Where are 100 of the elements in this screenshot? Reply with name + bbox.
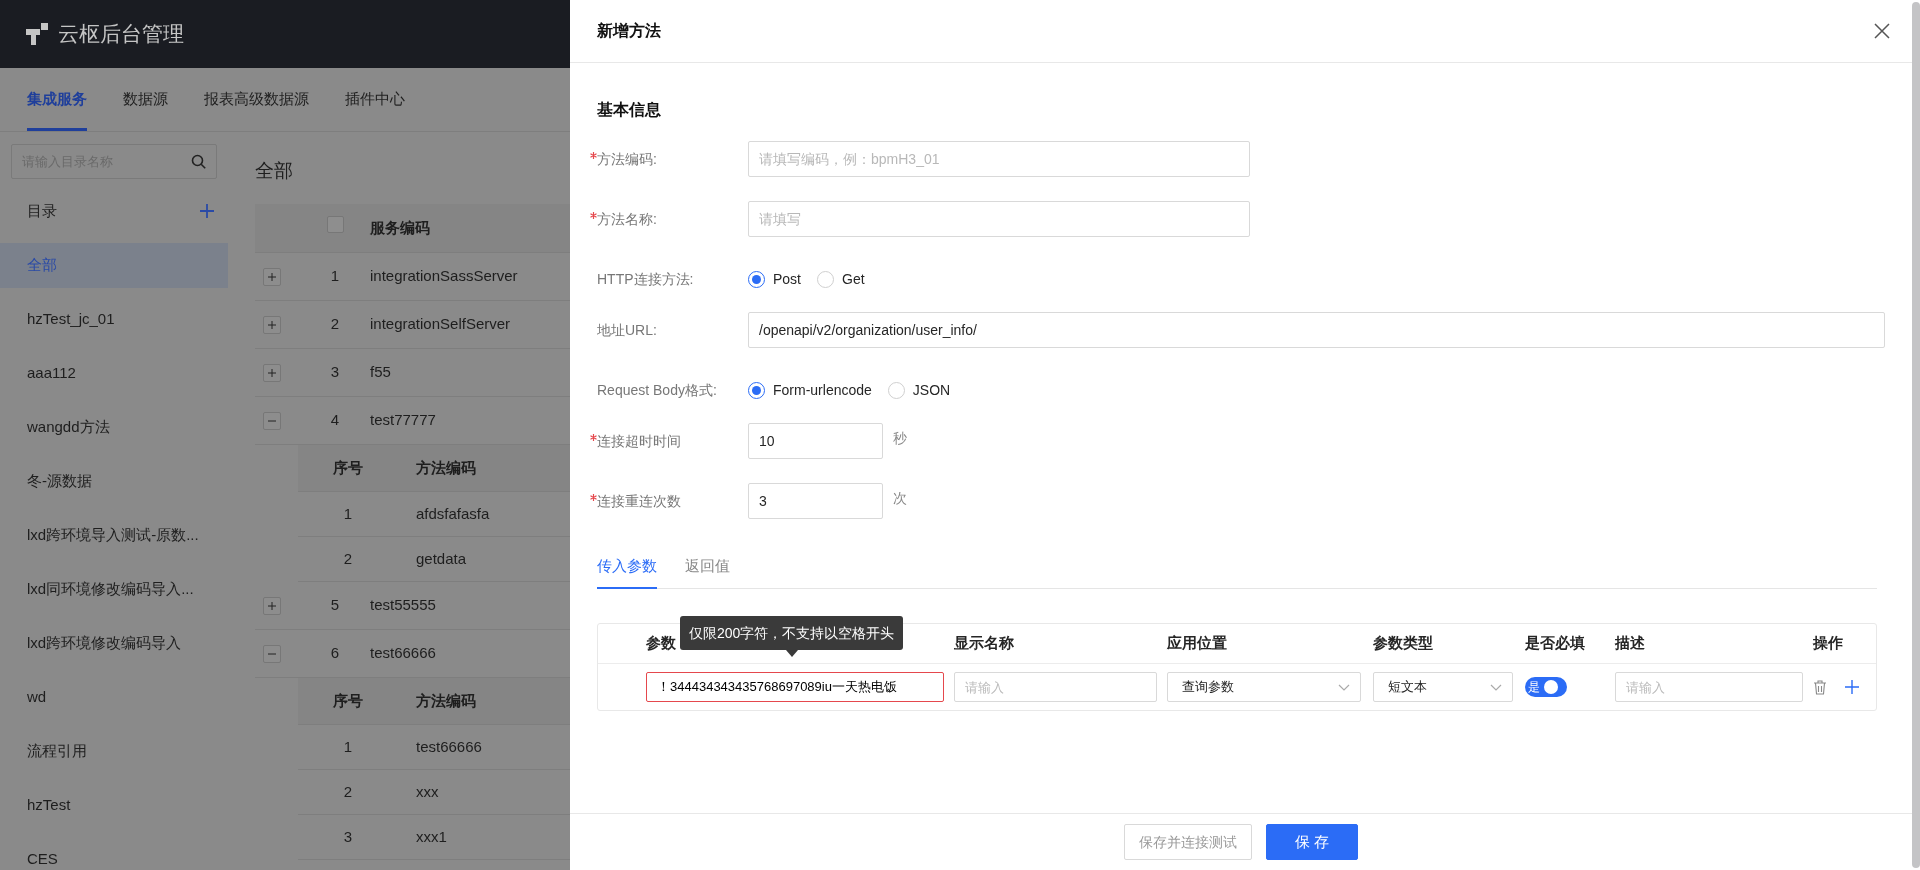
column-header: 序号 bbox=[333, 458, 363, 476]
radio-option[interactable]: JSON bbox=[887, 379, 951, 401]
sidebar-item[interactable]: lxd跨环境修改编码导入 bbox=[0, 621, 228, 666]
drawer-title: 新增方法 bbox=[597, 21, 661, 41]
expand-button[interactable] bbox=[263, 315, 281, 334]
table-cell: 1 bbox=[343, 504, 353, 522]
section-title: 基本信息 bbox=[596, 100, 662, 120]
column-header: 序号 bbox=[333, 691, 363, 709]
table-cell: getdata bbox=[416, 549, 467, 567]
nav-tab[interactable]: 报表高级数据源 bbox=[204, 68, 309, 131]
close-icon[interactable] bbox=[1874, 23, 1890, 39]
table-cell: integrationSelfServer bbox=[370, 315, 511, 333]
table-cell: 2 bbox=[330, 315, 340, 333]
table-cell: 3 bbox=[330, 363, 340, 381]
tooltip-arrow bbox=[785, 650, 798, 657]
nav-tab[interactable]: 插件中心 bbox=[345, 68, 405, 131]
expand-button[interactable] bbox=[263, 267, 281, 286]
table-cell: test77777 bbox=[370, 411, 436, 429]
sidebar-item[interactable]: lxd跨环境导入测试-原数... bbox=[0, 513, 228, 558]
input-field[interactable]: 请填写 bbox=[748, 201, 1250, 237]
save-test-button[interactable]: 保存并连接测试 bbox=[1124, 824, 1252, 860]
input-field[interactable]: 请填写编码，例：bpmH3_01 bbox=[748, 141, 1250, 177]
column-header: 描述 bbox=[1615, 634, 1645, 652]
section-heading: 目录 bbox=[27, 200, 57, 221]
radio-option[interactable]: Get bbox=[817, 268, 865, 290]
collapse-button[interactable] bbox=[263, 411, 281, 430]
field-label: 地址URL: bbox=[596, 321, 657, 340]
number-field[interactable]: 10 bbox=[748, 423, 883, 459]
column-header: 方法编码 bbox=[416, 458, 476, 476]
table-cell: 4 bbox=[330, 411, 340, 429]
sidebar-item[interactable]: aaa112 bbox=[0, 351, 228, 396]
chevron-icon bbox=[1338, 683, 1350, 691]
table-cell: integrationSassServer bbox=[370, 267, 518, 285]
table-cell: 2 bbox=[343, 782, 353, 800]
sidebar-item[interactable]: lxd同环境修改编码导入... bbox=[0, 567, 228, 612]
input-field[interactable]: 请输入 bbox=[1615, 672, 1803, 702]
input-field[interactable]: /openapi/v2/organization/user_info/ bbox=[748, 312, 1885, 348]
column-header: 显示名称 bbox=[954, 634, 1014, 652]
nav-tab[interactable]: 数据源 bbox=[123, 68, 168, 131]
column-header: 参数 bbox=[646, 634, 676, 652]
tab[interactable]: 传入参数 bbox=[597, 545, 657, 589]
add-icon[interactable] bbox=[1845, 680, 1859, 694]
sidebar-item[interactable]: 流程引用 bbox=[0, 729, 228, 774]
unit-label: 次 bbox=[893, 489, 907, 508]
toggle-switch[interactable]: 是 bbox=[1525, 677, 1567, 697]
field-label: 方法名称: bbox=[597, 210, 657, 229]
unit-label: 秒 bbox=[893, 429, 907, 448]
tab[interactable]: 返回值 bbox=[685, 545, 730, 589]
required-icon bbox=[590, 434, 597, 441]
tooltip: 仅限200字符，不支持以空格开头 bbox=[680, 616, 904, 650]
table-cell: test66666 bbox=[370, 644, 436, 662]
table-cell: 5 bbox=[330, 596, 340, 614]
plus-icon bbox=[268, 601, 276, 610]
sidebar-item[interactable]: wd bbox=[0, 675, 228, 720]
add-icon[interactable] bbox=[200, 204, 214, 218]
table-cell: 2 bbox=[343, 549, 353, 567]
field-label: Request Body格式: bbox=[596, 381, 717, 400]
column-header: 是否必填 bbox=[1525, 634, 1585, 652]
field-label: HTTP连接方法: bbox=[596, 270, 694, 289]
expand-button[interactable] bbox=[263, 363, 281, 382]
sidebar-item[interactable]: hzTest_jc_01 bbox=[0, 297, 228, 342]
collapse-button[interactable] bbox=[263, 644, 281, 663]
sidebar-item[interactable]: wangdd方法 bbox=[0, 405, 228, 450]
select-field[interactable]: 短文本 bbox=[1373, 672, 1513, 702]
table-cell: test66666 bbox=[416, 737, 482, 755]
input-field[interactable]: ！344434343435768697089iu一天热电饭 bbox=[646, 672, 944, 702]
table-cell: 1 bbox=[330, 267, 340, 285]
table-cell: xxx1 bbox=[416, 827, 447, 845]
radio-option[interactable]: Post bbox=[748, 268, 801, 290]
table-cell: 3 bbox=[343, 827, 353, 845]
input-field[interactable]: 请输入 bbox=[954, 672, 1157, 702]
save-button[interactable]: 保 存 bbox=[1266, 824, 1358, 860]
sidebar-item[interactable]: hzTest bbox=[0, 783, 228, 828]
plus-icon bbox=[268, 368, 276, 377]
page-title: 全部 bbox=[255, 158, 294, 183]
table-cell: 1 bbox=[343, 737, 353, 755]
scrollbar[interactable] bbox=[1912, 2, 1920, 868]
table-cell: test55555 bbox=[370, 596, 436, 614]
search-icon[interactable] bbox=[191, 154, 206, 169]
column-header: 方法编码 bbox=[416, 691, 476, 709]
table-cell: xxx bbox=[416, 782, 439, 800]
plus-icon bbox=[268, 272, 276, 281]
plus-icon bbox=[268, 320, 276, 329]
field-label: 连接超时时间 bbox=[597, 432, 681, 451]
column-header: 应用位置 bbox=[1167, 634, 1227, 652]
table-cell: 6 bbox=[330, 644, 340, 662]
column-header: 参数类型 bbox=[1373, 634, 1433, 652]
radio-option[interactable]: Form-urlencode bbox=[748, 379, 872, 401]
trash-icon[interactable] bbox=[1813, 679, 1827, 695]
app-title: 云枢后台管理 bbox=[58, 21, 184, 48]
sidebar-item[interactable]: 冬-源数据 bbox=[0, 459, 228, 504]
expand-button[interactable] bbox=[263, 596, 281, 615]
column-header: 操作 bbox=[1813, 634, 1843, 652]
column-header: 服务编码 bbox=[370, 218, 430, 236]
required-icon bbox=[590, 494, 597, 501]
number-field[interactable]: 3 bbox=[748, 483, 883, 519]
sidebar-item[interactable]: CES bbox=[0, 837, 228, 870]
logo-icon bbox=[26, 23, 48, 45]
select-field[interactable]: 查询参数 bbox=[1167, 672, 1361, 702]
field-label: 连接重连次数 bbox=[597, 492, 681, 511]
